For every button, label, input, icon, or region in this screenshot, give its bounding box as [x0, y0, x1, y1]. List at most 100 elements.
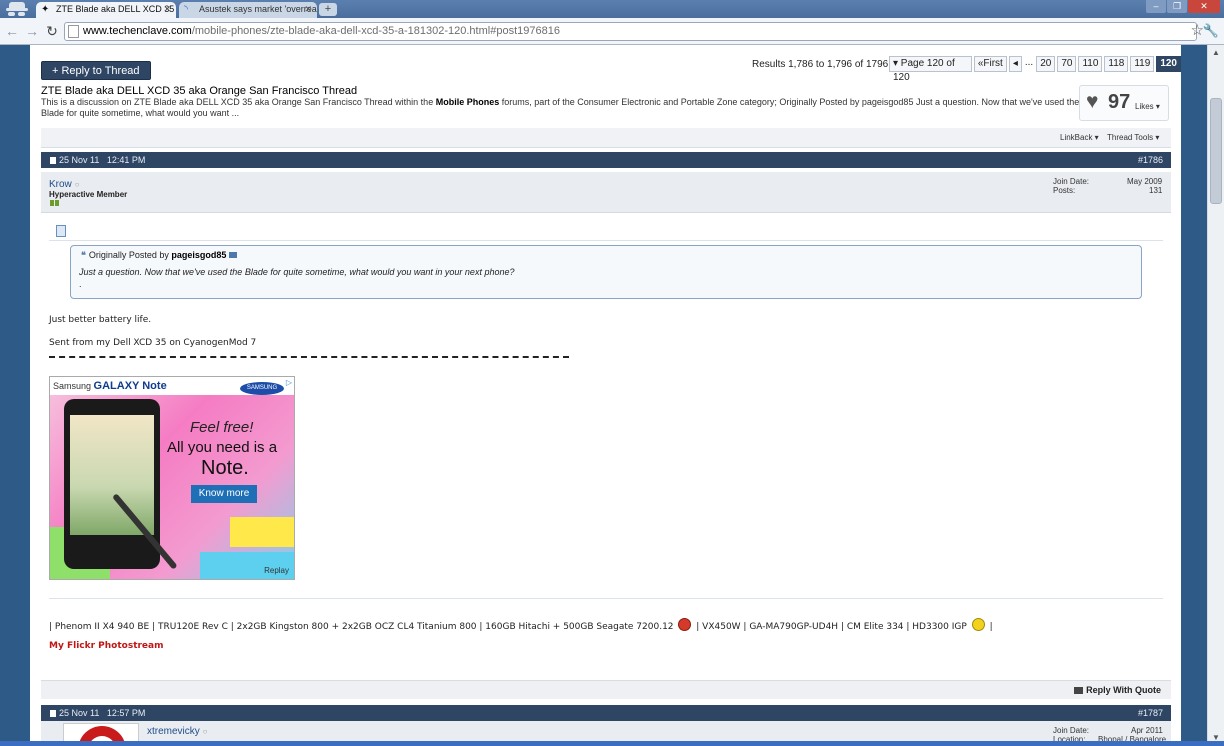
offline-status-icon: ○	[202, 727, 208, 736]
angry-smiley-icon	[678, 618, 692, 631]
post-number-link[interactable]: #1787	[1138, 705, 1163, 721]
wrench-menu-icon[interactable]: 🔧	[1203, 21, 1219, 41]
first-page-link[interactable]: «First	[973, 56, 1007, 72]
post-date-text: 25 Nov 11	[59, 155, 100, 165]
browser-tabstrip: ✦ ZTE Blade aka DELL XCD 35 ak ✕ ◝ Asust…	[0, 0, 1224, 18]
username-link[interactable]: Krow ○	[49, 179, 79, 190]
post-header: 25 Nov 11 12:41 PM #1786	[41, 152, 1171, 168]
taskbar	[0, 741, 1224, 746]
maximize-button[interactable]: ❐	[1167, 0, 1187, 13]
posts-label: Posts:	[1053, 186, 1076, 195]
join-date-value: May 2009	[1127, 177, 1163, 186]
post-message: Sent from my Dell XCD 35 on CyanogenMod …	[49, 338, 257, 348]
post-date-text: 25 Nov 11	[59, 708, 100, 718]
quote-dot: .	[79, 279, 82, 289]
page-select-dropdown[interactable]: ▾ Page 120 of 120	[889, 56, 972, 83]
page-link-118[interactable]: 118	[1104, 56, 1129, 72]
post-date: 25 Nov 11 12:57 PM	[50, 705, 145, 721]
quote-mark-icon: ❝	[81, 250, 86, 260]
tab-close-icon[interactable]: ✕	[163, 2, 171, 17]
ad-info-icon[interactable]: ▷	[286, 378, 292, 387]
username-text[interactable]: Krow	[49, 179, 72, 190]
user-title: Hyperactive Member	[49, 190, 128, 199]
close-window-button[interactable]: ✕	[1188, 0, 1220, 13]
pagination: ▾ Page 120 of 120 «First ◂ ... 20 70 110…	[887, 56, 1181, 83]
incognito-icon	[4, 0, 30, 18]
dashed-divider	[49, 356, 569, 358]
likes-label[interactable]: Likes ▾	[1135, 102, 1160, 111]
reputation-icon	[55, 200, 59, 206]
signature-text: | Phenom II X4 940 BE | TRU120E Rev C | …	[49, 622, 674, 632]
results-count: Results 1,786 to 1,796 of 1796	[752, 59, 889, 70]
post-date-icon	[50, 710, 56, 717]
ad-replay-link[interactable]: Replay	[264, 566, 289, 575]
browser-tab-active[interactable]: ✦ ZTE Blade aka DELL XCD 35 ak ✕	[36, 2, 176, 18]
reply-with-quote-button[interactable]: Reply With Quote	[1074, 685, 1161, 695]
tab-title: ZTE Blade aka DELL XCD 35 ak	[56, 4, 176, 14]
join-date-label: Join Date:	[1053, 726, 1090, 735]
know-more-button[interactable]: Know more	[191, 485, 257, 503]
url-domain: www.techenclave.com	[83, 25, 192, 37]
likes-count: 97	[1108, 91, 1131, 113]
tab-title: Asustek says market 'overrea	[199, 4, 317, 14]
username-link[interactable]: xtremevicky ○	[147, 726, 207, 737]
page-icon	[68, 25, 79, 38]
thread-tools-menu[interactable]: Thread Tools ▾	[1107, 133, 1159, 142]
reply-to-thread-button[interactable]: + Reply to Thread	[41, 61, 151, 80]
thread-description: This is a discussion on ZTE Blade aka DE…	[41, 97, 1081, 119]
reputation-icon	[50, 200, 54, 206]
address-bar[interactable]: www.techenclave.com/mobile-phones/zte-bl…	[64, 22, 1197, 41]
signature-text: | VX450W | GA-MA790GP-UD4H | CM Elite 33…	[696, 622, 967, 632]
username-text[interactable]: xtremevicky	[147, 726, 200, 737]
flickr-link[interactable]: My Flickr Photostream	[49, 641, 164, 651]
join-date-label: Join Date:	[1053, 177, 1090, 186]
forward-button[interactable]: →	[24, 22, 40, 40]
post-time: 12:57 PM	[106, 708, 146, 718]
ad-brand-name: GALAXY Note	[93, 380, 167, 392]
quote-block: ❝ Originally Posted by pageisgod85 Just a…	[70, 245, 1142, 299]
thread-desc-text: This is a discussion on ZTE Blade aka DE…	[41, 97, 436, 107]
new-tab-button[interactable]: +	[319, 3, 337, 16]
page-content: + Reply to Thread Results 1,786 to 1,796…	[30, 45, 1181, 746]
galaxy-note-ad[interactable]: Samsung GALAXY Note SAMSUNG ▷ Feel free!…	[49, 376, 295, 580]
linkback-menu[interactable]: LinkBack ▾	[1060, 133, 1099, 142]
page-link-70[interactable]: 70	[1057, 56, 1077, 72]
url-path: /mobile-phones/zte-blade-aka-dell-xcd-35…	[191, 25, 560, 37]
page-link-119[interactable]: 119	[1130, 56, 1155, 72]
post-userinfo: Krow ○ Hyperactive Member Join Date: May…	[41, 172, 1171, 213]
scroll-up-icon[interactable]: ▲	[1208, 45, 1224, 61]
join-date-value: Apr 2011	[1131, 726, 1163, 735]
post-document-icon	[56, 225, 66, 237]
tab-close-icon[interactable]: ✕	[304, 2, 312, 17]
ad-headline: Feel free!	[190, 419, 254, 436]
likes-box[interactable]: ♥ 97 Likes ▾	[1079, 85, 1169, 121]
minimize-button[interactable]: –	[1146, 0, 1166, 13]
ad-note: Note.	[201, 457, 249, 479]
window-controls: – ❐ ✕	[1145, 0, 1220, 14]
post-date: 25 Nov 11 12:41 PM	[50, 152, 145, 168]
posts-count: 131	[1149, 186, 1163, 195]
offline-status-icon: ○	[74, 180, 80, 189]
current-page: 120	[1156, 56, 1181, 72]
forum-name-link[interactable]: Mobile Phones	[436, 97, 500, 107]
back-button[interactable]: ←	[4, 22, 20, 40]
quote-prefix: Originally Posted by	[88, 250, 172, 260]
reply-with-quote-label[interactable]: Reply With Quote	[1086, 685, 1161, 695]
post-time: 12:41 PM	[106, 155, 146, 165]
prev-page-link[interactable]: ◂	[1008, 56, 1022, 72]
quote-text: Just a question. Now that we've used the…	[79, 267, 515, 277]
page-scrollbar[interactable]: ▲ ▼	[1207, 45, 1224, 746]
post-footer: Reply With Quote	[41, 680, 1171, 699]
view-post-icon[interactable]	[229, 252, 238, 258]
page-link-110[interactable]: 110	[1078, 56, 1103, 72]
scrollbar-thumb[interactable]	[1210, 98, 1222, 204]
page-link-20[interactable]: 20	[1036, 56, 1056, 72]
ad-subline: All you need is a	[167, 439, 278, 456]
browser-tab-inactive[interactable]: ◝ Asustek says market 'overrea ✕	[179, 2, 317, 18]
thread-title: ZTE Blade aka DELL XCD 35 aka Orange San…	[41, 85, 358, 97]
post-number-link[interactable]: #1786	[1138, 152, 1163, 168]
post-message: Just better battery life.	[49, 315, 152, 325]
reload-button[interactable]: ↻	[44, 22, 60, 40]
ad-color-block	[230, 517, 294, 547]
smiley-icon	[971, 618, 985, 631]
